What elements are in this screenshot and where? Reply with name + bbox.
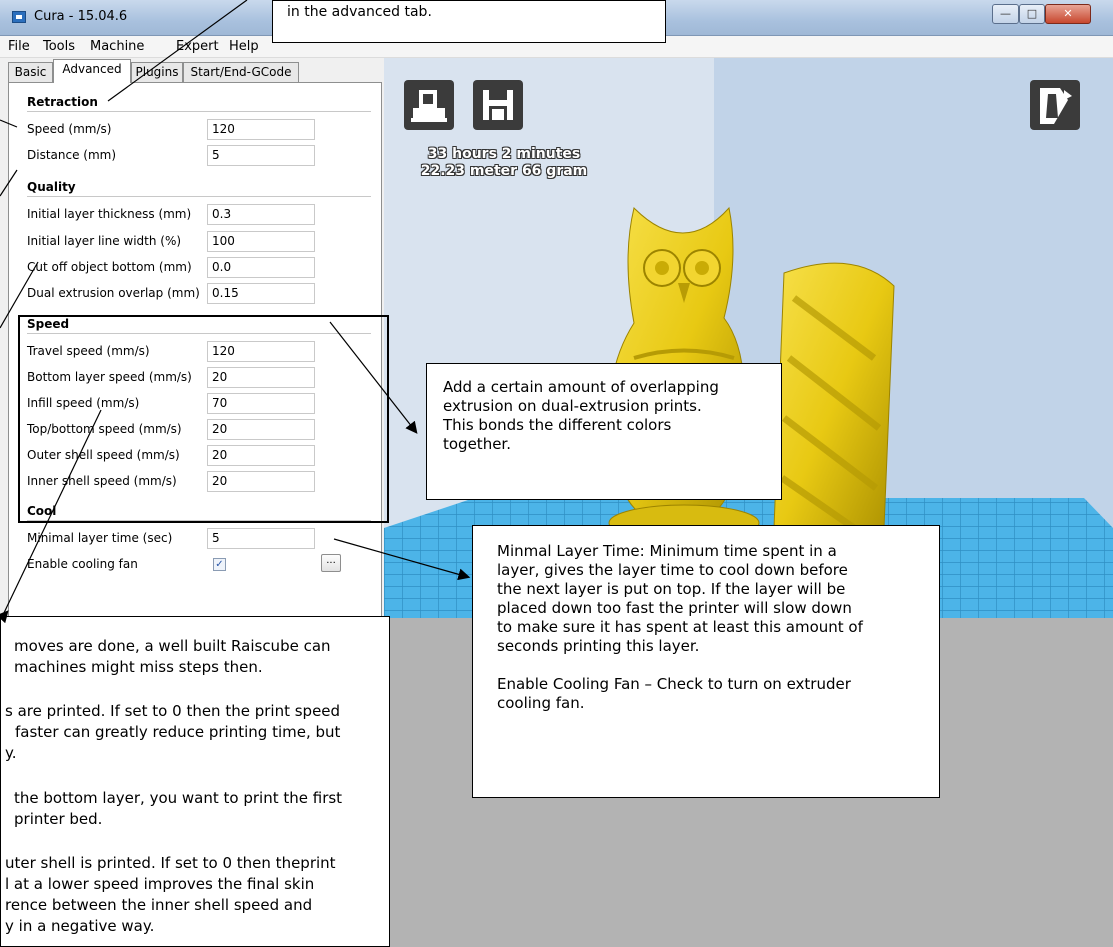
scene [384,58,1113,947]
tab-advanced[interactable]: Advanced [53,59,131,83]
tab-basic[interactable]: Basic [8,62,53,82]
minimal-layer-time-label: Minimal layer time (sec) [27,531,173,545]
infill-speed-input[interactable]: 70 [207,393,315,414]
outer-shell-speed-label: Outer shell speed (mm/s) [27,448,180,462]
callout-line: uter shell is printed. If set to 0 then … [5,854,336,872]
section-speed-title: Speed [27,317,70,331]
callout-line: l at a lower speed improves the final sk… [5,875,315,893]
3d-viewport[interactable]: 33 hours 2 minutes 22.23 meter 66 gram [384,58,1113,947]
menu-tools[interactable]: Tools [43,39,75,54]
print-material-text: 22.23 meter 66 gram [420,163,588,179]
print-button[interactable] [404,80,454,130]
callout-line: the bottom layer, you want to print the … [14,789,343,807]
cooling-fan-more-button[interactable]: ... [321,554,341,572]
maximize-button[interactable]: □ [1019,4,1045,24]
minimize-button[interactable]: — [992,4,1019,24]
callout-line: machines might miss steps then. [14,658,263,676]
enable-cooling-fan-label: Enable cooling fan [27,557,138,571]
retraction-speed-label: Speed (mm/s) [27,122,112,136]
cut-off-bottom-label: Cut off object bottom (mm) [27,260,192,274]
section-retraction-title: Retraction [27,95,98,109]
initial-layer-width-input[interactable]: 100 [207,231,315,252]
callout-line: Minmal Layer Time: Minimum time spent in… [497,542,837,560]
initial-layer-thickness-input[interactable]: 0.3 [207,204,315,225]
section-cool-title: Cool [27,504,57,518]
callout-top-text: in the advanced tab. [287,4,432,20]
divider [27,196,371,197]
dual-extrusion-overlap-label: Dual extrusion overlap (mm) [27,286,200,300]
callout-line: moves are done, a well built Raiscube ca… [14,637,331,655]
enable-cooling-fan-checkbox[interactable]: ✓ [213,558,226,571]
menu-machine[interactable]: Machine [90,39,144,54]
cura-window: Cura - 15.04.6 — □ ✕ File Tools Machine … [0,0,1113,947]
top-bottom-speed-label: Top/bottom speed (mm/s) [27,422,182,436]
retraction-distance-input[interactable]: 5 [207,145,315,166]
initial-layer-width-label: Initial layer line width (%) [27,234,182,248]
callout-minimal-layer-time: Minmal Layer Time: Minimum time spent in… [472,525,940,798]
close-button[interactable]: ✕ [1045,4,1091,24]
save-button[interactable] [473,80,523,130]
retraction-distance-label: Distance (mm) [27,148,117,162]
retraction-speed-input[interactable]: 120 [207,119,315,140]
top-bottom-speed-input[interactable]: 20 [207,419,315,440]
section-quality-title: Quality [27,180,76,194]
callout-line: Add a certain amount of overlapping [443,378,719,396]
print-estimate: 33 hours 2 minutes 22.23 meter 66 gram [404,146,604,180]
twisted-cup [773,262,895,544]
divider [27,333,371,334]
app-icon [12,11,26,23]
callout-speed-settings: moves are done, a well built Raiscube ca… [0,616,390,947]
initial-layer-thickness-label: Initial layer thickness (mm) [27,207,192,221]
print-time-text: 33 hours 2 minutes [427,146,581,162]
window-title: Cura - 15.04.6 [34,9,128,24]
printer-icon [411,90,447,122]
travel-speed-label: Travel speed (mm/s) [27,344,150,358]
save-icon [483,90,513,120]
callout-line: cooling fan. [497,694,585,712]
menu-help[interactable]: Help [229,39,259,54]
tab-plugins[interactable]: Plugins [131,62,183,82]
bottom-layer-speed-label: Bottom layer speed (mm/s) [27,370,192,384]
outer-shell-speed-input[interactable]: 20 [207,445,315,466]
view-mode-button[interactable] [1030,80,1080,130]
callout-line: faster can greatly reduce printing time,… [15,723,341,741]
cut-off-bottom-input[interactable]: 0.0 [207,257,315,278]
callout-line: s are printed. If set to 0 then the prin… [5,702,341,720]
callout-line: y in a negative way. [5,917,155,935]
infill-speed-label: Infill speed (mm/s) [27,396,140,410]
callout-line: rence between the inner shell speed and [5,896,313,914]
callout-advanced-tab: in the advanced tab. [272,0,666,43]
menu-file[interactable]: File [8,39,30,54]
callout-line: together. [443,435,511,453]
callout-line: seconds printing this layer. [497,637,700,655]
menu-expert[interactable]: Expert [176,39,219,54]
minimal-layer-time-input[interactable]: 5 [207,528,315,549]
travel-speed-input[interactable]: 120 [207,341,315,362]
callout-line: extrusion on dual-extrusion prints. [443,397,702,415]
callout-line: layer, gives the layer time to cool down… [497,561,848,579]
callout-line: printer bed. [14,810,103,828]
inner-shell-speed-label: Inner shell speed (mm/s) [27,474,177,488]
callout-dual-overlap: Add a certain amount of overlapping extr… [426,363,782,500]
divider [27,520,371,521]
callout-line: Enable Cooling Fan – Check to turn on ex… [497,675,851,693]
callout-spacer [497,656,915,675]
callout-line: This bonds the different colors [443,416,672,434]
dual-extrusion-overlap-input[interactable]: 0.15 [207,283,315,304]
divider [27,111,371,112]
view-mode-icon [1040,88,1072,124]
callout-line: the next layer is put on top. If the lay… [497,580,846,598]
inner-shell-speed-input[interactable]: 20 [207,471,315,492]
callout-line: placed down too fast the printer will sl… [497,599,852,617]
tab-start-end-gcode[interactable]: Start/End-GCode [183,62,299,82]
callout-line: y. [5,744,17,762]
bottom-layer-speed-input[interactable]: 20 [207,367,315,388]
callout-line: to make sure it has spent at least this … [497,618,863,636]
settings-tabs: Basic Advanced Plugins Start/End-GCode [0,58,382,83]
